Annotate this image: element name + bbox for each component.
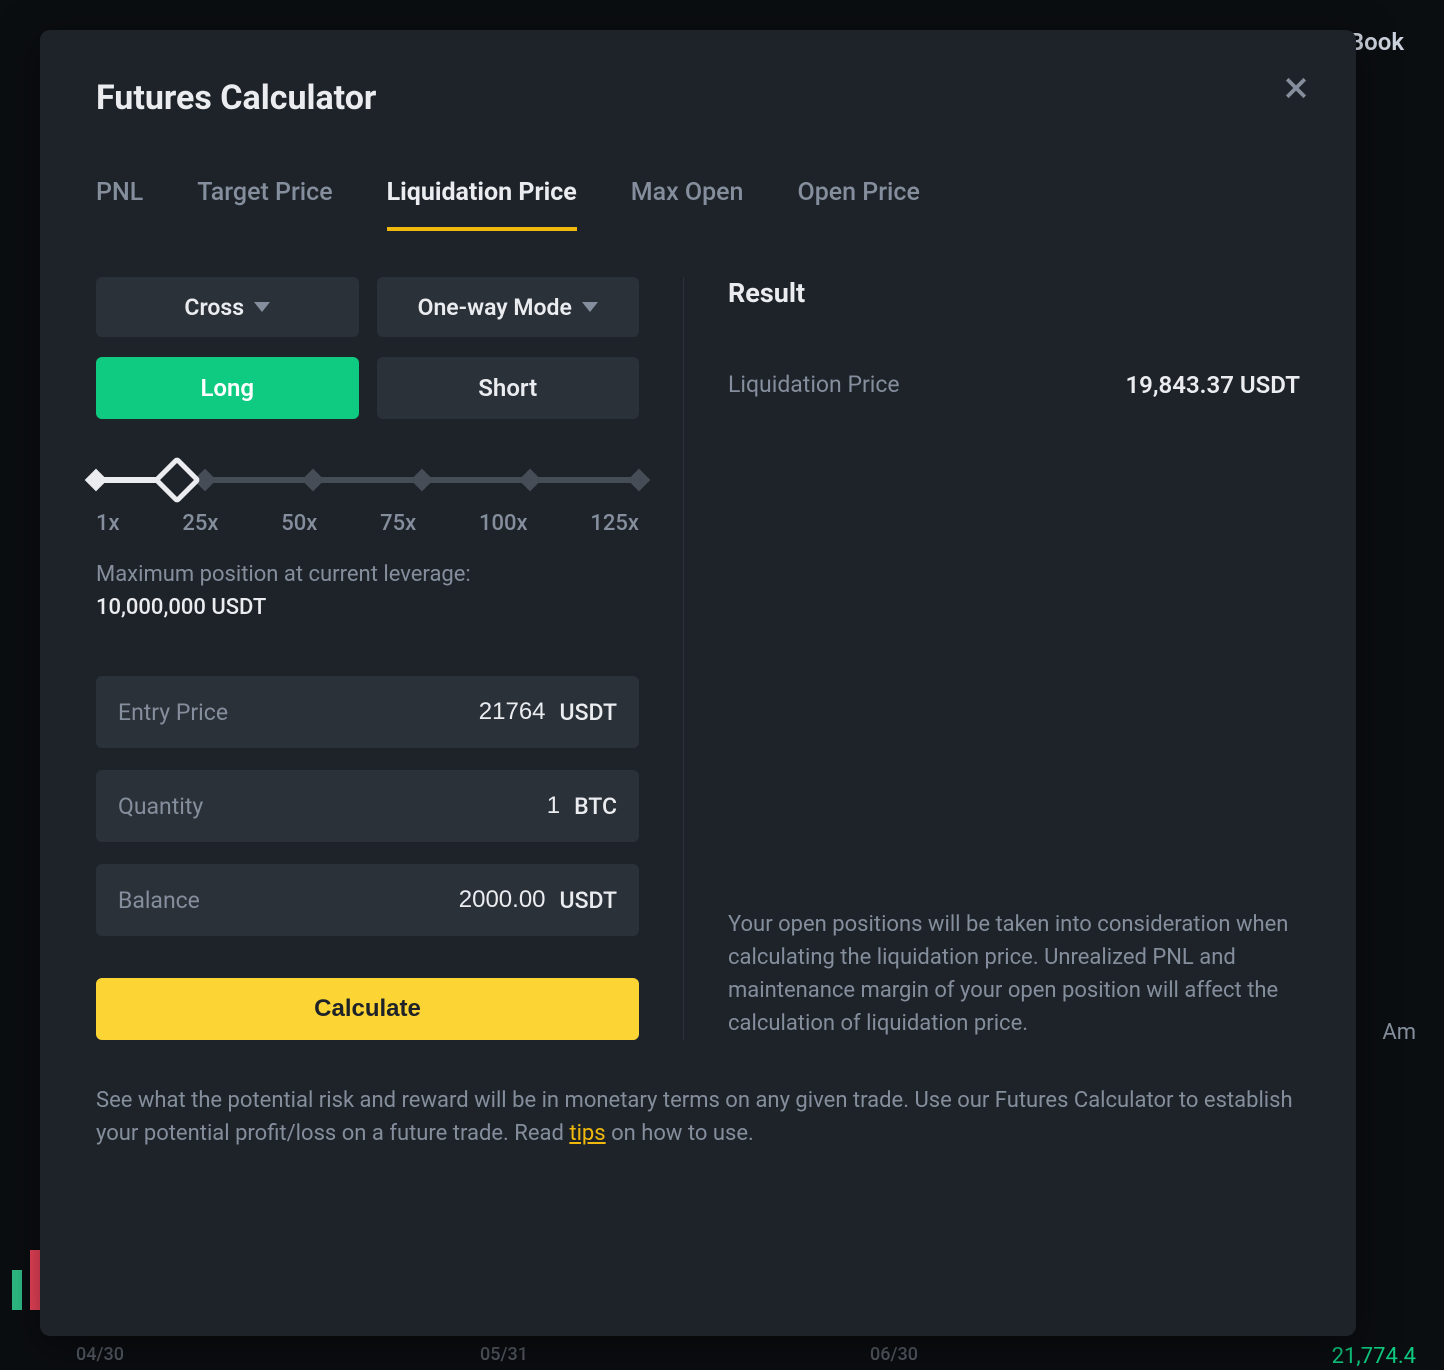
slider-stop: [85, 469, 108, 492]
tab-open-price[interactable]: Open Price: [797, 178, 919, 231]
position-mode-select[interactable]: One-way Mode: [377, 277, 640, 337]
balance-row: Balance USDT: [96, 864, 639, 936]
tips-link[interactable]: tips: [569, 1121, 605, 1146]
result-panel: Result Liquidation Price 19,843.37 USDT …: [684, 277, 1300, 1040]
position-mode-label: One-way Mode: [418, 294, 572, 321]
result-label: Liquidation Price: [728, 371, 900, 399]
slider-label: 1x: [96, 511, 120, 536]
futures-calculator-modal: Futures Calculator PNL Target Price Liqu…: [40, 30, 1356, 1336]
balance-unit: USDT: [560, 887, 617, 914]
bg-date-1: 04/30: [76, 1344, 124, 1365]
tab-target-price[interactable]: Target Price: [197, 178, 332, 231]
entry-price-unit: USDT: [560, 699, 617, 726]
balance-input[interactable]: [200, 886, 560, 914]
entry-price-input[interactable]: [228, 698, 560, 726]
close-button[interactable]: [1276, 68, 1316, 108]
quantity-input[interactable]: [203, 792, 574, 820]
balance-label: Balance: [118, 887, 200, 914]
slider-label: 100x: [479, 511, 528, 536]
quantity-label: Quantity: [118, 793, 203, 820]
leverage-slider[interactable]: 1x 25x 50x 75x 100x 125x: [96, 477, 639, 536]
slider-label: 25x: [182, 511, 218, 536]
short-button[interactable]: Short: [377, 357, 640, 419]
slider-stop: [302, 469, 325, 492]
slider-stop: [628, 469, 651, 492]
tabs: PNL Target Price Liquidation Price Max O…: [96, 178, 1300, 231]
slider-labels: 1x 25x 50x 75x 100x 125x: [96, 511, 639, 536]
result-note: Your open positions will be taken into c…: [728, 908, 1300, 1040]
tab-liquidation-price[interactable]: Liquidation Price: [387, 178, 577, 231]
calculate-button[interactable]: Calculate: [96, 978, 639, 1040]
quantity-row: Quantity BTC: [96, 770, 639, 842]
bg-date-3: 06/30: [870, 1344, 918, 1365]
bg-price-green: 21,774.4: [1332, 1344, 1416, 1369]
slider-label: 50x: [281, 511, 317, 536]
max-position-label: Maximum position at current leverage:: [96, 562, 639, 587]
slider-label: 125x: [590, 511, 639, 536]
modal-title: Futures Calculator: [96, 78, 1300, 118]
long-button[interactable]: Long: [96, 357, 359, 419]
tab-max-open[interactable]: Max Open: [631, 178, 744, 231]
bg-date-2: 05/31: [480, 1344, 528, 1365]
bg-label-am: Am: [1382, 1020, 1416, 1045]
margin-mode-select[interactable]: Cross: [96, 277, 359, 337]
result-title: Result: [728, 277, 1300, 309]
slider-stop: [410, 469, 433, 492]
result-value: 19,843.37 USDT: [1125, 371, 1300, 399]
slider-stop: [519, 469, 542, 492]
chevron-down-icon: [582, 302, 598, 312]
tab-pnl[interactable]: PNL: [96, 178, 143, 231]
slider-handle[interactable]: [153, 456, 201, 504]
chevron-down-icon: [254, 302, 270, 312]
close-icon: [1281, 73, 1311, 103]
footer-note: See what the potential risk and reward w…: [96, 1084, 1300, 1150]
max-position-value: 10,000,000 USDT: [96, 595, 639, 620]
slider-label: 75x: [380, 511, 416, 536]
entry-price-label: Entry Price: [118, 699, 228, 726]
margin-mode-label: Cross: [184, 294, 244, 321]
entry-price-row: Entry Price USDT: [96, 676, 639, 748]
quantity-unit: BTC: [574, 793, 617, 820]
input-panel: Cross One-way Mode Long Short: [96, 277, 684, 1040]
footer-text-after: on how to use.: [606, 1121, 754, 1146]
